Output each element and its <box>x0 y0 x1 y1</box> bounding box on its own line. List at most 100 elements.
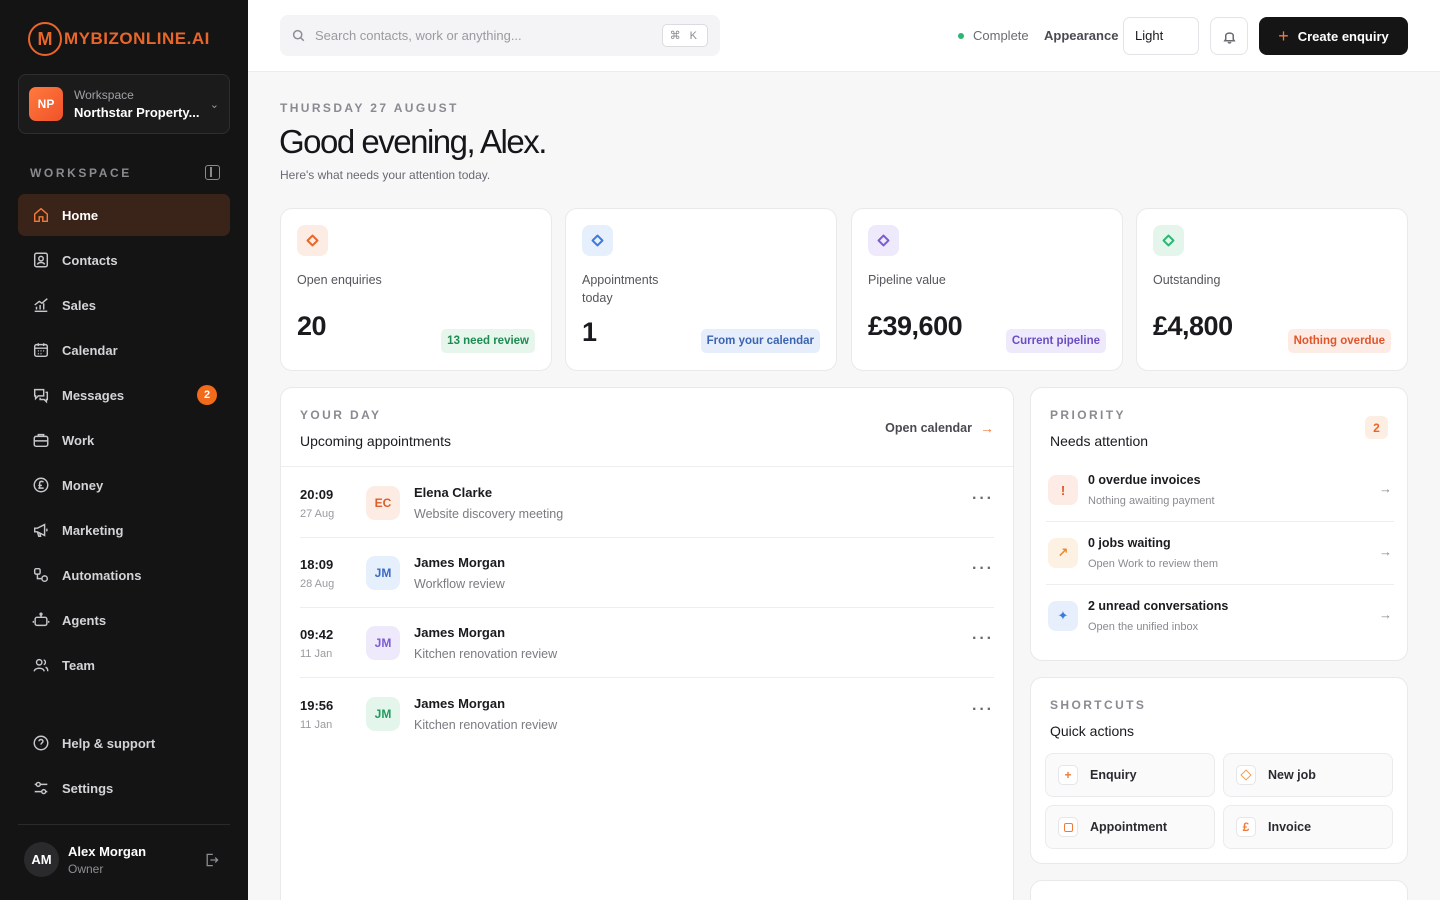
messages-unread-badge: 2 <box>197 385 217 405</box>
search-input[interactable] <box>315 28 662 43</box>
priority-item-subtitle: Nothing awaiting payment <box>1088 495 1215 507</box>
appearance-label: Appearance <box>1044 28 1119 43</box>
robot-icon <box>31 611 50 630</box>
sidebar-item-money[interactable]: Money <box>18 464 230 506</box>
appointment-row[interactable]: 09:42 11 Jan JM James Morgan Kitchen ren… <box>300 608 994 678</box>
avatar: JM <box>366 626 400 660</box>
collapse-sidebar-icon[interactable] <box>205 165 220 180</box>
sidebar-section-label: WORKSPACE <box>30 166 132 180</box>
sales-chart-icon <box>31 296 50 315</box>
priority-panel: PRIORITY Needs attention 2 ! 0 overdue i… <box>1030 387 1408 661</box>
topbar: ⌘ K Complete Appearance Light + Create e… <box>248 0 1440 72</box>
stat-label: Open enquiries <box>297 273 382 287</box>
stat-card-outstanding[interactable]: Outstanding £4,800 Nothing overdue <box>1136 208 1408 371</box>
arrow-right-icon: → <box>1379 481 1392 496</box>
sidebar-item-label: Automations <box>62 567 142 583</box>
appearance-select[interactable]: Light <box>1123 17 1199 55</box>
sidebar-item-messages[interactable]: Messages 2 <box>18 374 230 416</box>
sidebar-item-agents[interactable]: Agents <box>18 599 230 641</box>
priority-item-unread-conversations[interactable]: ✦ 2 unread conversations Open the unifie… <box>1046 585 1394 648</box>
diamond-icon <box>582 225 613 256</box>
contact-name: James Morgan <box>414 625 506 640</box>
sidebar-item-label: Work <box>62 432 95 448</box>
shortcut-new-job-button[interactable]: New job <box>1223 753 1393 797</box>
arrow-right-icon: → <box>980 420 994 436</box>
workspace-avatar: NP <box>29 87 63 121</box>
appointment-subject: Kitchen renovation review <box>414 718 558 732</box>
contact-name: Elena Clarke <box>414 485 493 500</box>
sidebar-item-calendar[interactable]: Calendar <box>18 329 230 371</box>
pound-icon: £ <box>1236 817 1256 837</box>
shortcut-invoice-button[interactable]: £ Invoice <box>1223 805 1393 849</box>
user-role: Owner <box>68 861 104 876</box>
sidebar-item-help[interactable]: Help & support <box>18 722 230 764</box>
panel-kicker: YOUR DAY <box>300 408 382 422</box>
setup-status: Complete <box>958 28 1029 43</box>
more-options-icon[interactable]: ··· <box>972 560 994 578</box>
stat-card-appointments-today[interactable]: Appointments today 1 From your calendar <box>565 208 837 371</box>
page-title: Good evening, Alex. <box>279 123 547 160</box>
priority-count-badge: 2 <box>1365 416 1388 439</box>
avatar: AM <box>24 842 59 877</box>
panel-title: Upcoming appointments <box>300 433 451 449</box>
sidebar-item-team[interactable]: Team <box>18 644 230 686</box>
workspace-switcher[interactable]: NP Workspace Northstar Property... ⌄ <box>18 74 230 134</box>
arrow-right-icon: → <box>1379 607 1392 622</box>
appointment-date: 27 Aug <box>300 508 335 520</box>
more-options-icon[interactable]: ··· <box>972 701 994 719</box>
home-icon <box>31 206 50 225</box>
create-enquiry-button[interactable]: + Create enquiry <box>1259 17 1408 55</box>
open-calendar-label: Open calendar <box>885 421 972 435</box>
user-profile[interactable]: AM Alex Morgan Owner <box>24 842 220 877</box>
appointment-subject: Website discovery meeting <box>414 507 564 521</box>
avatar: JM <box>366 697 400 731</box>
contact-name: James Morgan <box>414 696 506 711</box>
upcoming-appointments-panel: YOUR DAY Upcoming appointments Open cale… <box>280 387 1014 900</box>
sidebar-item-label: Calendar <box>62 342 118 358</box>
shortcut-enquiry-button[interactable]: + Enquiry <box>1045 753 1215 797</box>
brand-logo[interactable]: M MYBIZONLINE.AI <box>28 22 210 56</box>
notifications-button[interactable] <box>1210 17 1248 55</box>
search-bar[interactable]: ⌘ K <box>280 15 720 56</box>
stat-label: Appointments today <box>582 273 659 305</box>
appointment-subject: Kitchen renovation review <box>414 647 558 661</box>
logout-icon[interactable] <box>204 852 220 868</box>
help-icon <box>31 734 50 753</box>
sidebar-item-contacts[interactable]: Contacts <box>18 239 230 281</box>
appointment-time: 09:42 <box>300 627 334 642</box>
stat-value: £39,600 <box>868 311 963 341</box>
plus-icon: + <box>1278 26 1289 46</box>
avatar: EC <box>366 486 400 520</box>
sidebar-divider <box>18 824 230 825</box>
stat-card-pipeline-value[interactable]: Pipeline value £39,600 Current pipeline <box>851 208 1123 371</box>
sidebar-item-marketing[interactable]: Marketing <box>18 509 230 551</box>
appointment-subject: Workflow review <box>414 577 505 591</box>
shortcut-appointment-button[interactable]: Appointment <box>1045 805 1215 849</box>
sidebar-item-home[interactable]: Home <box>18 194 230 236</box>
pound-coin-icon <box>31 476 50 495</box>
sidebar-item-label: Agents <box>62 612 107 628</box>
appointment-row[interactable]: 19:56 11 Jan JM James Morgan Kitchen ren… <box>300 679 994 749</box>
stat-badge: Current pipeline <box>1005 329 1106 353</box>
stat-card-open-enquiries[interactable]: Open enquiries 20 13 need review <box>280 208 552 371</box>
sidebar-item-work[interactable]: Work <box>18 419 230 461</box>
sidebar-item-automations[interactable]: Automations <box>18 554 230 596</box>
sidebar-item-sales[interactable]: Sales <box>18 284 230 326</box>
calendar-icon <box>31 341 50 360</box>
sidebar-item-settings[interactable]: Settings <box>18 767 230 809</box>
page-subtitle: Here's what needs your attention today. <box>280 168 491 182</box>
search-icon <box>292 29 305 42</box>
priority-item-overdue-invoices[interactable]: ! 0 overdue invoices Nothing awaiting pa… <box>1046 459 1394 522</box>
stat-badge: Nothing overdue <box>1287 329 1391 353</box>
briefcase-icon <box>31 431 50 450</box>
automation-icon <box>31 566 50 585</box>
open-calendar-link[interactable]: Open calendar → <box>885 420 994 436</box>
appointment-row[interactable]: 20:09 27 Aug EC Elena Clarke Website dis… <box>300 468 994 538</box>
more-options-icon[interactable]: ··· <box>972 630 994 648</box>
priority-item-jobs-waiting[interactable]: ↗ 0 jobs waiting Open Work to review the… <box>1046 522 1394 585</box>
bell-icon <box>1222 31 1236 44</box>
stat-value: 20 <box>297 311 327 341</box>
appointment-row[interactable]: 18:09 28 Aug JM James Morgan Workflow re… <box>300 538 994 608</box>
contacts-icon <box>31 251 50 270</box>
more-options-icon[interactable]: ··· <box>972 490 994 508</box>
